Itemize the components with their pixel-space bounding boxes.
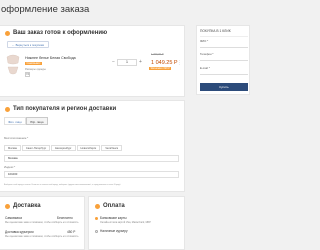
payment-option-card[interactable]: Банковские карты	[95, 216, 127, 220]
city-input[interactable]: Москва	[4, 155, 179, 162]
quantity-increase-button[interactable]: +	[137, 59, 144, 66]
delivery-option-price: Бесплатно	[57, 216, 73, 220]
city-chips: Москва Санкт-Петербург Екатеринбург Ново…	[4, 145, 123, 151]
payment-option-name: Банковские карты	[100, 216, 127, 220]
product-name-link[interactable]: Нижнее белье Белая Свобода	[25, 56, 76, 60]
radio-icon	[95, 229, 98, 233]
buyer-heading-text: Тип покупателя и регион доставки	[13, 106, 117, 112]
buy-button[interactable]: Купить	[200, 83, 248, 91]
email-label: E-mail *	[200, 66, 210, 70]
quantity-input[interactable]: 1	[117, 59, 137, 66]
discount-badge: Экономия 199 ₽	[149, 67, 172, 70]
delivery-option-pickup[interactable]: Самовывоз	[5, 216, 22, 220]
delivery-heading-text: Доставка	[13, 203, 41, 209]
payment-heading-text: Оплата	[103, 203, 125, 209]
old-price: 1 299,00 Р	[151, 53, 164, 56]
payment-option-cash[interactable]: Наличные курьеру	[95, 229, 128, 233]
buyer-heading: Тип покупателя и регион доставки	[5, 106, 116, 112]
phone-label: Телефон *	[200, 52, 214, 56]
payment-option-desc: Онлайн-оплата картой Visa, MasterCard, М…	[100, 221, 151, 224]
one-click-buy-panel: ПОКУПКА В 1 КЛИК ФИО * Телефон * E-mail …	[196, 25, 250, 95]
delivery-option-courier[interactable]: Доставка курьером	[5, 230, 34, 234]
order-heading-text: Ваш заказ готов к оформлению	[13, 30, 108, 36]
email-field[interactable]	[200, 74, 248, 75]
city-chip[interactable]: Екатеринбург	[51, 145, 76, 151]
city-chip[interactable]: Новосибирск	[76, 145, 101, 151]
size-option[interactable]: XS	[25, 72, 30, 77]
delivery-option-name: Самовывоз	[5, 216, 22, 220]
radio-selected-icon	[95, 216, 98, 220]
order-card: Ваш заказ готов к оформлению ← Вернуться…	[0, 25, 185, 97]
product-image[interactable]	[4, 51, 22, 79]
payment-card: Оплата Банковские карты Онлайн-оплата ка…	[88, 196, 185, 250]
name-label: ФИО *	[200, 39, 209, 43]
delivery-heading: Доставка	[5, 203, 41, 209]
tab-legal-entity[interactable]: Юр. лицо	[26, 117, 48, 125]
section-dot-icon	[5, 203, 10, 209]
region-hint: Выберите свой город в списке. Если вы не…	[4, 184, 121, 186]
tab-individual[interactable]: Физ. лицо	[4, 117, 26, 125]
section-dot-icon	[5, 106, 10, 112]
order-heading: Ваш заказ готов к оформлению	[5, 30, 107, 36]
payment-heading: Оплата	[95, 203, 125, 209]
delivery-option-price: 450 Р	[67, 230, 76, 234]
delivery-option-name: Доставка курьером	[5, 230, 34, 234]
divider	[200, 36, 248, 37]
product-price: 1 049.25 Р	[151, 60, 178, 66]
city-chip[interactable]: Санкт-Петербург	[21, 145, 51, 151]
phone-field[interactable]	[200, 60, 248, 61]
one-click-title: ПОКУПКА В 1 КЛИК	[200, 29, 231, 33]
product-props-label: Размеры одежды	[25, 68, 46, 71]
name-field[interactable]	[200, 47, 248, 48]
city-chip[interactable]: Москва	[4, 145, 21, 151]
city-chip[interactable]: Челябинск	[101, 145, 123, 151]
page-title: оформление заказа	[1, 4, 90, 15]
delivery-option-desc: Мы оценим ваш заказ и позвоним, чтобы со…	[5, 235, 79, 238]
delivery-option-desc: Мы оценим ваш заказ и позвоним, чтобы со…	[5, 221, 79, 224]
quantity-decrease-button[interactable]: −	[110, 59, 117, 66]
region-label: Местоположение *	[4, 136, 29, 140]
section-dot-icon	[95, 203, 100, 209]
zip-input[interactable]: 101000	[4, 171, 179, 178]
product-badge: Самовывоз	[25, 62, 42, 65]
payment-option-name: Наличные курьеру	[100, 229, 128, 233]
section-dot-icon	[5, 30, 10, 36]
back-to-shopping-button[interactable]: ← Вернуться к покупкам	[7, 41, 49, 48]
zip-label: Индекс *	[4, 165, 16, 169]
buyer-region-card: Тип покупателя и регион доставки Физ. ли…	[0, 100, 185, 192]
delivery-card: Доставка Самовывоз Бесплатно Мы оценим в…	[0, 196, 85, 250]
dots-menu-icon[interactable]: ⋮	[177, 60, 182, 66]
